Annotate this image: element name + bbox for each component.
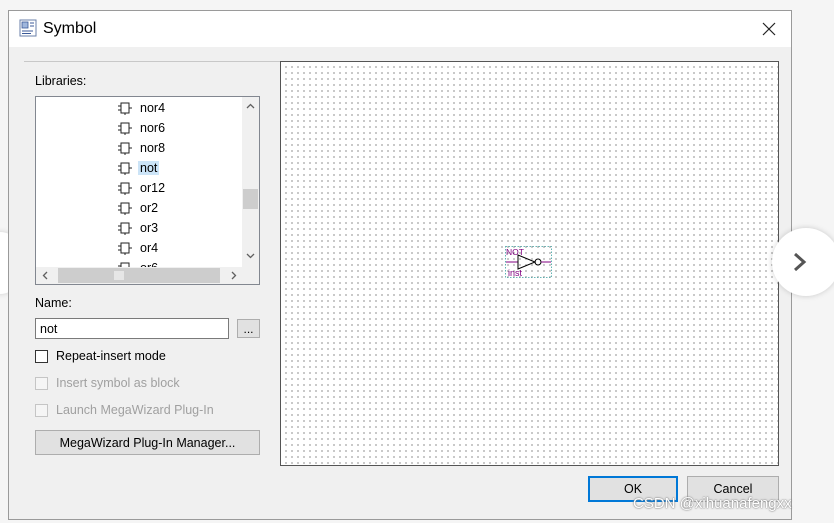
instance-text: inst (508, 268, 523, 278)
dialog-title: Symbol (43, 20, 97, 37)
gate-symbol-icon (118, 222, 132, 235)
gate-symbol-icon (118, 142, 132, 155)
horizontal-scrollbar[interactable] (36, 267, 242, 284)
library-item-label: or2 (140, 201, 159, 215)
not-gate-symbol: NOT inst (505, 246, 552, 278)
library-item[interactable]: or4 (118, 239, 160, 257)
checkbox-box[interactable] (35, 349, 48, 363)
library-item-label: nor8 (140, 141, 166, 155)
gate-symbol-icon (118, 242, 132, 255)
libraries-tree[interactable]: nor4nor6nor8notor12or2or3or4or6 (35, 96, 260, 285)
scroll-down-icon[interactable] (242, 247, 259, 264)
gate-symbol-icon (118, 122, 132, 135)
insert-as-block-checkbox: Insert symbol as block (35, 376, 180, 390)
close-icon (762, 22, 776, 36)
symbol-dialog: Symbol Libraries: nor4 nor6 nor8 not or12 or2… (8, 10, 792, 520)
repeat-insert-label: Repeat-insert mode (56, 349, 166, 363)
libraries-label: Libraries: (35, 74, 87, 88)
library-item-label: nor6 (140, 121, 166, 135)
library-item[interactable]: not (118, 159, 160, 177)
separator (24, 61, 301, 62)
launch-megawizard-checkbox: Launch MegaWizard Plug-In (35, 403, 214, 417)
library-item[interactable]: or3 (118, 219, 160, 237)
close-button[interactable] (747, 11, 791, 47)
watermark: CSDN @xihuanafengxx (633, 495, 792, 512)
name-label: Name: (35, 296, 72, 310)
insert-as-block-label: Insert symbol as block (56, 376, 180, 390)
checkbox-box (35, 403, 48, 417)
library-item[interactable]: nor6 (118, 119, 167, 137)
launch-megawizard-label: Launch MegaWizard Plug-In (56, 403, 214, 417)
library-item-label: or3 (140, 221, 159, 235)
symbol-app-icon (19, 19, 37, 37)
library-item[interactable]: or2 (118, 199, 160, 217)
library-item-label: not (138, 161, 160, 175)
library-item-label: nor4 (140, 101, 166, 115)
title-bar: Symbol (9, 11, 791, 47)
vertical-scroll-thumb[interactable] (243, 189, 258, 209)
scroll-up-icon[interactable] (242, 97, 259, 114)
library-item[interactable]: nor4 (118, 99, 167, 117)
name-input[interactable] (35, 318, 229, 339)
repeat-insert-checkbox[interactable]: Repeat-insert mode (35, 349, 166, 363)
checkbox-box (35, 376, 48, 390)
library-item[interactable]: or12 (118, 179, 167, 197)
library-item[interactable]: nor8 (118, 139, 167, 157)
library-item-label: or4 (140, 241, 159, 255)
scroll-right-icon[interactable] (225, 267, 242, 284)
library-item-label: or12 (140, 181, 166, 195)
gate-symbol-icon (118, 102, 132, 115)
scroll-corner (242, 267, 259, 284)
gate-symbol-icon (118, 162, 132, 175)
gate-symbol-icon (118, 182, 132, 195)
scroll-left-icon[interactable] (36, 267, 53, 284)
browse-button[interactable]: ... (237, 319, 260, 338)
next-nav-button[interactable] (772, 228, 834, 296)
vertical-scrollbar[interactable] (242, 97, 259, 267)
megawizard-manager-button[interactable]: MegaWizard Plug-In Manager... (35, 430, 260, 455)
symbol-type-text: NOT (506, 247, 524, 257)
gate-symbol-icon (118, 202, 132, 215)
symbol-preview-canvas: NOT inst (280, 61, 779, 466)
horizontal-scroll-thumb[interactable] (58, 268, 220, 283)
chevron-right-icon (794, 252, 807, 272)
